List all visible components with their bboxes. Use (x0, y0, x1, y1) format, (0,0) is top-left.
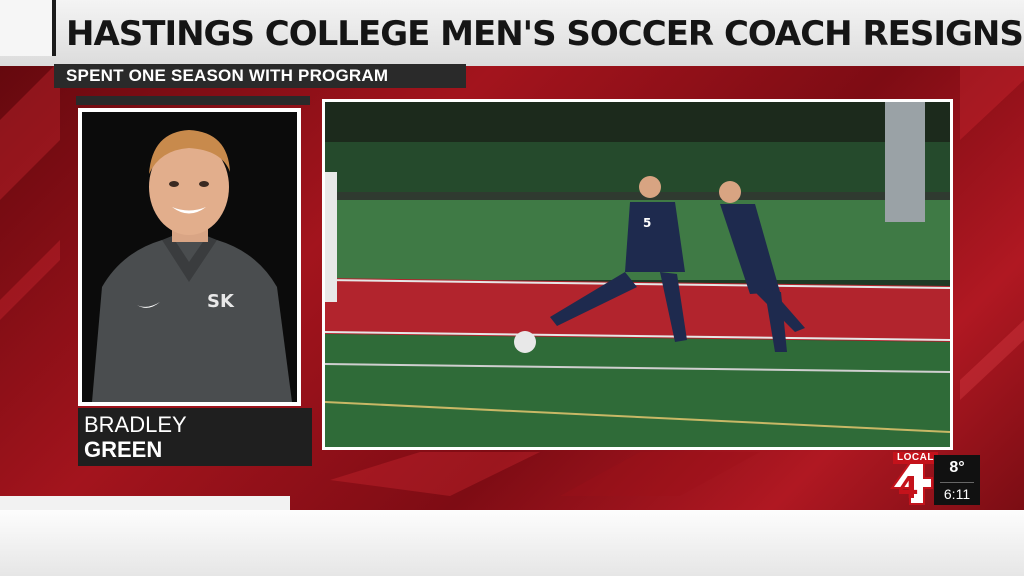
svg-text:5: 5 (643, 216, 651, 230)
last-name: GREEN (84, 437, 163, 462)
headline-text: HASTINGS COLLEGE MEN'S SOCCER COACH RESI… (66, 14, 1024, 54)
coach-portrait: SK (82, 112, 297, 402)
temperature: 8° (949, 459, 965, 476)
photo-top-strip (76, 96, 310, 105)
bottom-band-edge (0, 496, 290, 510)
bottom-band (0, 510, 1024, 576)
clock-time: 6:11 (943, 486, 971, 502)
station-number: 4 (898, 471, 919, 506)
subheadline-text: SPENT ONE SEASON WITH PROGRAM (66, 66, 389, 85)
soccer-video: 5 (325, 102, 950, 447)
headline-bar-left-block (0, 0, 52, 56)
station-label: LOCAL (893, 452, 938, 464)
headline-bar-divider (52, 0, 56, 56)
weather-divider (940, 482, 974, 483)
first-name: BRADLEY (84, 412, 187, 437)
svg-text:SK: SK (207, 291, 235, 312)
